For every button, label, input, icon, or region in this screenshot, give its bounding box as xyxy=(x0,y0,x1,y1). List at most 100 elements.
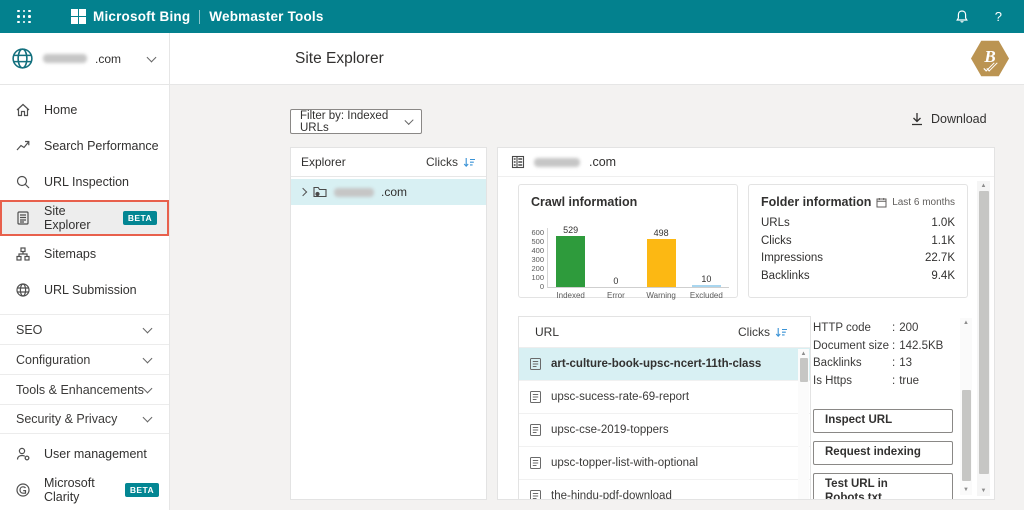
scroll-down-icon[interactable]: ▼ xyxy=(977,487,990,495)
chart-plot-area: 529 0 498 10 xyxy=(548,218,729,288)
sidebar-item-configuration[interactable]: Configuration xyxy=(0,344,169,374)
sidebar-item-label: Sitemaps xyxy=(44,247,97,261)
sidebar-accordion-group: SEO Configuration Tools & Enhancements S… xyxy=(0,314,169,434)
scroll-up-icon[interactable]: ▲ xyxy=(798,350,809,358)
url-list-item[interactable]: art-culture-book-upsc-ncert-11th-class xyxy=(519,348,810,381)
sidebar-item-label: URL Inspection xyxy=(44,175,129,189)
url-label: upsc-topper-list-with-optional xyxy=(551,457,699,469)
bing-achievement-badge[interactable]: B xyxy=(971,40,1009,77)
scroll-up-icon[interactable]: ▲ xyxy=(960,319,972,327)
url-details: HTTP code:200 Document size:142.5KB Back… xyxy=(813,320,957,499)
sidebar-item-url-inspection[interactable]: URL Inspection xyxy=(0,164,169,200)
filter-dropdown-label: Filter by: Indexed URLs xyxy=(300,109,389,134)
scrollbar-thumb[interactable] xyxy=(799,358,808,382)
url-list-item[interactable]: upsc-topper-list-with-optional xyxy=(519,447,810,480)
scrollbar-thumb[interactable] xyxy=(978,191,989,474)
brand-name: Microsoft Bing xyxy=(93,9,191,24)
url-sort-clicks[interactable]: Clicks xyxy=(738,325,788,339)
beta-badge: BETA xyxy=(124,483,159,497)
sidebar-item-microsoft-clarity[interactable]: Microsoft Clarity BETA xyxy=(0,472,169,508)
microsoft-logo-icon xyxy=(71,9,86,24)
url-list-item[interactable]: upsc-sucess-rate-69-report xyxy=(519,381,810,414)
sidebar: .com Home Search Performance URL Inspect… xyxy=(0,33,170,510)
sidebar-item-label: Microsoft Clarity xyxy=(44,476,95,504)
badge-check-icon xyxy=(983,60,998,72)
help-icon[interactable]: ? xyxy=(995,9,1002,24)
detail-backlinks: Backlinks:13 xyxy=(813,357,912,369)
detail-is-https: Is Https: true xyxy=(813,374,920,387)
explorer-panel: Explorer Clicks .com xyxy=(290,147,487,500)
sidebar-item-user-management[interactable]: User management xyxy=(0,436,169,472)
document-icon xyxy=(530,457,541,469)
chevron-right-icon xyxy=(298,187,308,197)
sidebar-item-url-submission[interactable]: URL Submission xyxy=(0,272,169,308)
date-range: Last 6 months xyxy=(876,197,955,208)
globe-icon xyxy=(16,283,30,297)
explorer-tree-root-node[interactable]: .com xyxy=(291,179,486,205)
site-explorer-icon xyxy=(17,211,29,225)
home-icon xyxy=(16,103,30,117)
globe-icon xyxy=(12,48,33,69)
calendar-icon xyxy=(876,197,887,207)
crawl-information-card: Crawl information 600 500 400 300 200 100 0… xyxy=(518,184,738,300)
chevron-down-icon xyxy=(142,383,153,393)
site-selector-dropdown[interactable]: .com xyxy=(0,33,169,85)
folder-card-title: Folder information xyxy=(761,195,872,209)
magnifier-icon xyxy=(16,175,30,189)
scroll-down-icon[interactable]: ▼ xyxy=(960,486,972,494)
waffle-menu-icon[interactable] xyxy=(17,9,31,24)
folder-site-icon xyxy=(313,186,327,198)
download-button[interactable]: Download xyxy=(911,112,987,126)
bar-value: 498 xyxy=(653,228,669,238)
filter-dropdown[interactable]: Filter by: Indexed URLs xyxy=(290,109,422,134)
page-header: Site Explorer B xyxy=(170,33,1024,85)
sidebar-item-label: Site Explorer xyxy=(44,204,91,232)
sidebar-nav: Home Search Performance URL Inspection S… xyxy=(0,85,169,508)
bar-excluded xyxy=(691,285,721,287)
sidebar-item-home[interactable]: Home xyxy=(0,92,169,128)
details-scrollbar[interactable]: ▲ ▼ xyxy=(960,318,972,495)
test-url-robots-button[interactable]: Test URL in Robots.txt xyxy=(813,473,953,499)
sort-descending-icon xyxy=(463,157,475,167)
sidebar-item-security-privacy[interactable]: Security & Privacy xyxy=(0,404,169,434)
notifications-bell-icon[interactable] xyxy=(955,9,969,24)
sidebar-item-label: Search Performance xyxy=(44,139,159,153)
sidebar-item-label: Tools & Enhancements xyxy=(16,382,144,397)
url-label: upsc-sucess-rate-69-report xyxy=(551,391,690,403)
stat-row-urls: URLs 1.0K xyxy=(761,217,955,229)
chevron-down-icon xyxy=(146,52,157,62)
site-collection-icon xyxy=(511,155,525,169)
panel-domain-suffix: .com xyxy=(589,155,617,169)
crawl-bar-chart: 600 500 400 300 200 100 0 529 0 498 10 Inde… xyxy=(525,218,729,300)
scrollbar-thumb[interactable] xyxy=(961,390,971,481)
detail-document-size: Document size:142.5KB xyxy=(813,339,944,352)
sidebar-item-sitemaps[interactable]: Sitemaps xyxy=(0,236,169,272)
sort-label: Clicks xyxy=(426,155,458,169)
url-list-item[interactable]: the-hindu-pdf-download xyxy=(519,480,810,499)
url-list-item[interactable]: upsc-cse-2019-toppers xyxy=(519,414,810,447)
explorer-sort-clicks[interactable]: Clicks xyxy=(426,155,476,169)
url-list-card: URL Clicks art-culture-book-upsc-ncert-1… xyxy=(518,316,811,499)
scroll-up-icon[interactable]: ▲ xyxy=(977,182,990,190)
chart-y-axis: 600 500 400 300 200 100 0 xyxy=(525,228,548,291)
sidebar-item-search-performance[interactable]: Search Performance xyxy=(0,128,169,164)
inspect-url-button[interactable]: Inspect URL xyxy=(813,409,953,433)
sidebar-item-label: Security & Privacy xyxy=(16,412,118,426)
bar-warning xyxy=(646,239,676,287)
sidebar-item-tools-enhancements[interactable]: Tools & Enhancements xyxy=(0,374,169,404)
detail-http-code: HTTP code:200 xyxy=(813,322,919,334)
sidebar-item-site-explorer[interactable]: Site Explorer BETA xyxy=(0,200,169,236)
chevron-down-icon xyxy=(142,323,153,333)
url-list-scrollbar[interactable]: ▲ ▼ xyxy=(798,349,809,499)
bar-value: 529 xyxy=(563,225,579,235)
product-name: Webmaster Tools xyxy=(209,9,324,24)
request-indexing-button[interactable]: Request indexing xyxy=(813,441,953,465)
document-icon xyxy=(530,424,541,436)
chart-x-axis-labels: Indexed Error Warning Excluded xyxy=(556,291,723,300)
bar-value: 10 xyxy=(701,274,712,284)
sort-descending-icon xyxy=(775,327,787,337)
brand-divider xyxy=(199,9,201,24)
sidebar-item-seo[interactable]: SEO xyxy=(0,314,169,344)
panel-scrollbar[interactable]: ▲ ▼ xyxy=(977,181,990,496)
trend-icon xyxy=(16,140,30,151)
